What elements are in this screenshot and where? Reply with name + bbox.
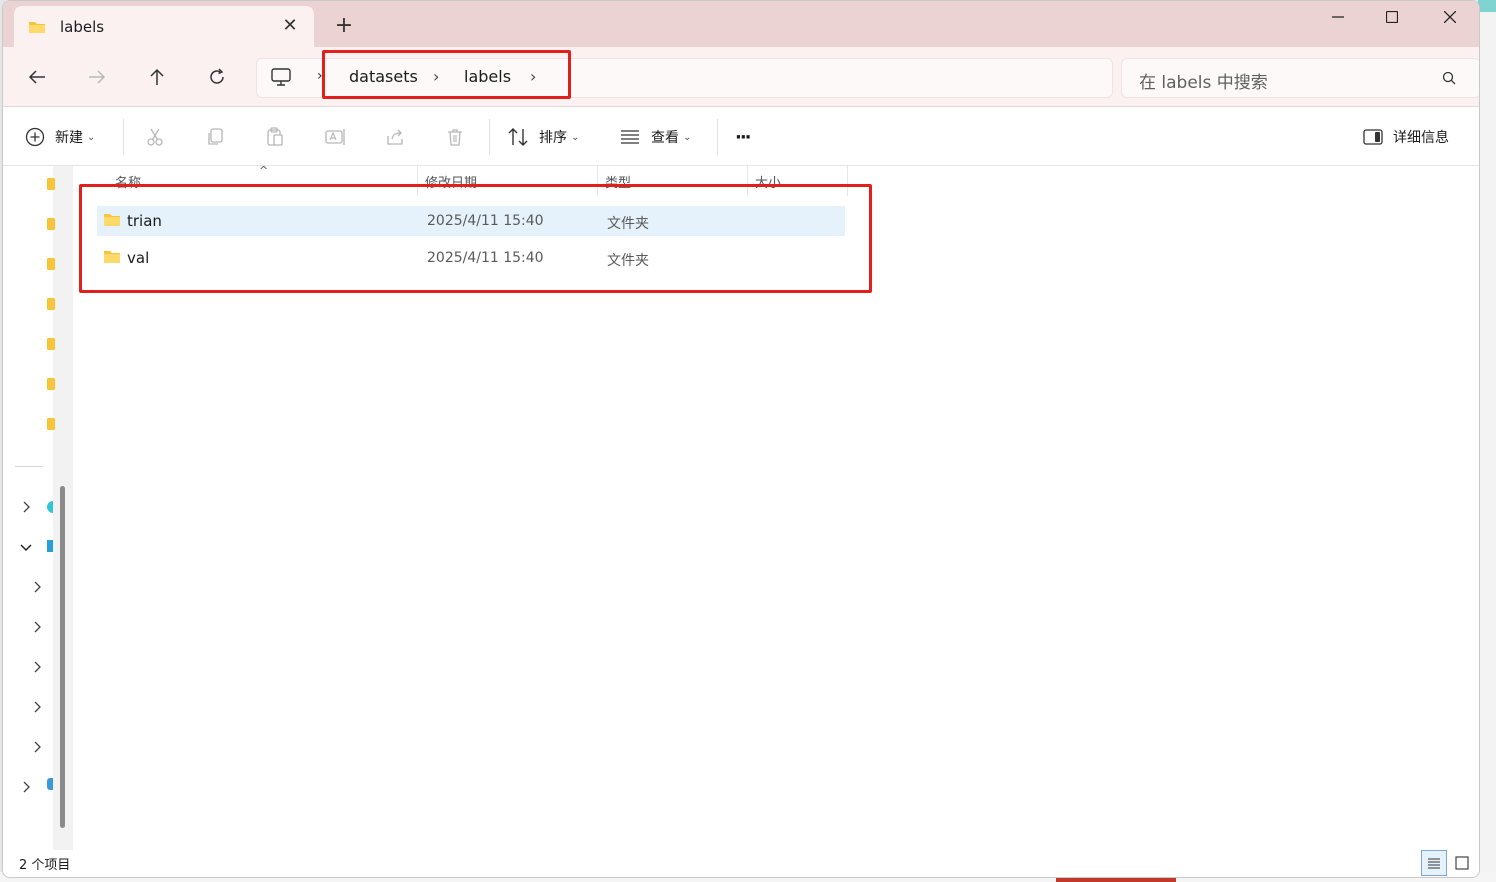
cut-button[interactable] — [145, 125, 165, 149]
new-button[interactable]: 新建 ⌄ — [25, 125, 95, 149]
divider — [717, 119, 718, 155]
details-pane-button[interactable]: 详细信息 — [1363, 125, 1449, 149]
details-view-button[interactable] — [1421, 850, 1447, 876]
sidebar-divider — [15, 466, 43, 467]
new-label: 新建 — [55, 130, 83, 146]
refresh-button[interactable] — [203, 65, 231, 89]
view-button[interactable]: 查看 ⌄ — [619, 125, 691, 149]
maximize-icon — [1386, 11, 1398, 23]
chevron-down-icon[interactable] — [19, 540, 33, 554]
sort-icon — [508, 128, 528, 146]
this-pc-icon[interactable] — [47, 540, 53, 552]
search-box[interactable]: 在 labels 中搜索 — [1121, 58, 1479, 98]
sort-button[interactable]: 排序 ⌄ — [507, 125, 579, 149]
rename-icon — [325, 129, 345, 145]
share-button[interactable] — [385, 125, 405, 149]
monitor-icon[interactable] — [271, 68, 291, 86]
maximize-button[interactable] — [1369, 4, 1415, 30]
arrow-up-icon — [150, 68, 164, 85]
sort-label: 排序 — [539, 130, 567, 146]
cut-icon — [147, 128, 163, 146]
copy-button[interactable] — [205, 125, 225, 149]
navigation-pane — [3, 166, 73, 850]
tab-labels[interactable]: labels ✕ — [14, 6, 314, 47]
navigation-bar: › datasets › labels › 在 labels 中搜索 — [3, 47, 1479, 107]
scrollbar-thumb[interactable] — [60, 486, 65, 828]
close-icon — [1444, 11, 1456, 23]
tiles-view-button[interactable] — [1449, 850, 1475, 876]
sort-ascending-icon: ^ — [259, 164, 269, 177]
search-icon[interactable] — [1442, 71, 1456, 85]
share-icon — [387, 129, 403, 145]
status-bar: 2 个项目 — [3, 850, 1479, 877]
close-window-button[interactable] — [1427, 4, 1473, 30]
command-bar: 新建 ⌄ 排序 ⌄ 查看 ⌄ ··· 详细信息 — [3, 107, 1479, 166]
tab-title: labels — [60, 17, 105, 36]
network-icon[interactable] — [47, 778, 53, 790]
title-bar: labels ✕ + — [3, 1, 1479, 47]
copy-icon — [208, 128, 223, 145]
arrow-left-icon — [28, 70, 45, 84]
minimize-icon — [1332, 16, 1344, 18]
sidebar-folder-icon[interactable] — [47, 218, 55, 230]
paste-button[interactable] — [265, 125, 285, 149]
annotation-box-files — [79, 184, 872, 293]
sidebar-folder-icon[interactable] — [47, 178, 55, 190]
rename-button[interactable] — [325, 125, 347, 149]
up-button[interactable] — [143, 65, 171, 89]
trash-icon — [448, 129, 462, 146]
view-label: 查看 — [651, 130, 679, 146]
paste-icon — [267, 127, 283, 146]
delete-button[interactable] — [445, 125, 465, 149]
file-explorer-window: labels ✕ + › datasets › labels › 在 label… — [2, 0, 1480, 878]
sidebar-folder-icon[interactable] — [47, 338, 55, 350]
chevron-right-icon[interactable] — [30, 740, 44, 754]
search-placeholder[interactable]: 在 labels 中搜索 — [1139, 68, 1268, 93]
close-tab-icon[interactable]: ✕ — [280, 16, 300, 36]
chevron-down-icon: ⌄ — [87, 131, 96, 143]
refresh-icon — [210, 68, 224, 84]
forward-button[interactable] — [83, 65, 111, 89]
cloud-drive-icon[interactable] — [47, 501, 53, 513]
view-lines-icon — [621, 130, 639, 144]
details-label: 详细信息 — [1393, 130, 1449, 146]
chevron-right-icon[interactable] — [30, 660, 44, 674]
chevron-right-icon[interactable] — [19, 780, 33, 794]
sidebar-folder-icon[interactable] — [47, 258, 55, 270]
more-options-button[interactable]: ··· — [735, 125, 751, 149]
minimize-button[interactable] — [1315, 4, 1361, 30]
back-button[interactable] — [23, 65, 51, 89]
chevron-right-icon[interactable] — [30, 580, 44, 594]
item-count: 2 个项目 — [19, 858, 71, 873]
details-pane-icon — [1363, 129, 1383, 145]
list-view-icon — [1428, 858, 1440, 869]
arrow-right-icon — [89, 70, 106, 84]
chevron-right-icon[interactable] — [30, 700, 44, 714]
desktop-accent — [1478, 0, 1496, 12]
folder-icon — [29, 21, 45, 33]
plus-circle-icon — [25, 127, 45, 147]
chevron-right-icon[interactable] — [30, 620, 44, 634]
desktop-background-right — [1478, 0, 1496, 882]
new-tab-button[interactable]: + — [333, 15, 355, 37]
sidebar-folder-icon[interactable] — [47, 378, 55, 390]
sidebar-folder-icon[interactable] — [47, 418, 55, 430]
chevron-down-icon: ⌄ — [571, 131, 580, 143]
chevron-right-icon[interactable] — [19, 500, 33, 514]
tile-view-icon — [1455, 856, 1469, 870]
chevron-down-icon: ⌄ — [683, 131, 692, 143]
divider — [489, 119, 490, 155]
sidebar-folder-icon[interactable] — [47, 298, 55, 310]
annotation-box-breadcrumb — [322, 50, 571, 99]
divider — [123, 119, 124, 155]
